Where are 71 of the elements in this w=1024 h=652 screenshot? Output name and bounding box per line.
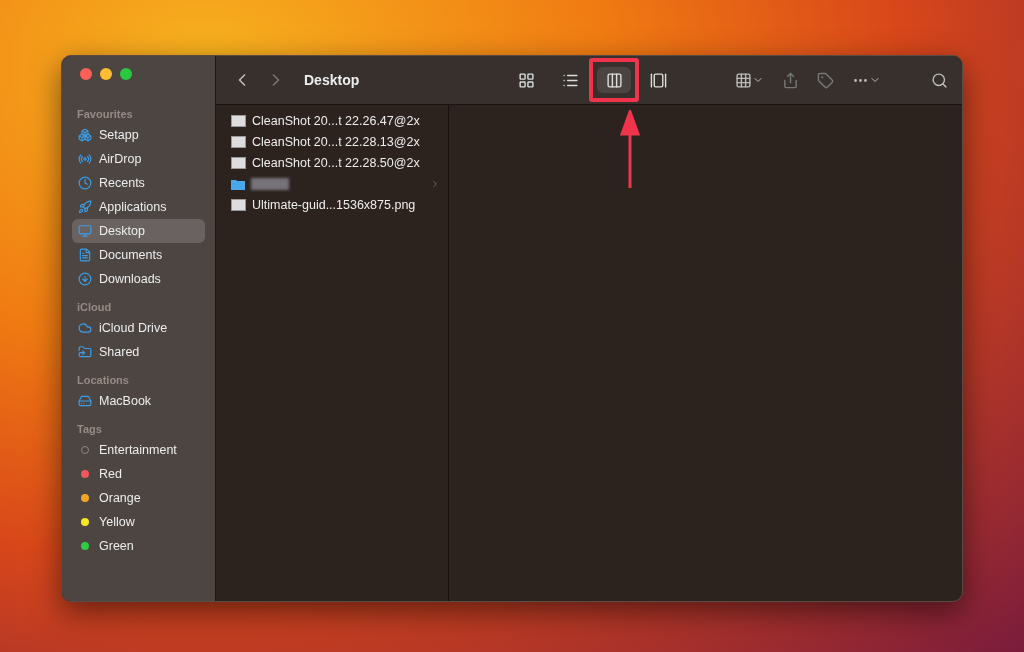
- sidebar-heading: Favourites: [76, 107, 134, 122]
- sidebar-item[interactable]: MacBook: [72, 389, 205, 413]
- sidebar-item[interactable]: AirDrop: [72, 147, 205, 171]
- image-thumbnail: [231, 135, 246, 148]
- file-row[interactable]: CleanShot 20...t 22.28.13@2x: [224, 131, 440, 152]
- columns-icon: [605, 71, 623, 89]
- zoom-button[interactable]: [120, 68, 132, 80]
- sidebar-label: AirDrop: [99, 152, 142, 166]
- sidebar-label: Entertainment: [99, 443, 177, 457]
- sidebar-item[interactable]: iCloud Drive: [72, 316, 205, 340]
- file-row[interactable]: CleanShot 20...t 22.26.47@2x: [224, 110, 440, 131]
- minimize-button[interactable]: [100, 68, 112, 80]
- blurred-name: [251, 177, 289, 190]
- sidebar-label: Green: [99, 539, 134, 553]
- share-icon[interactable]: [782, 71, 799, 89]
- sidebar-label: Downloads: [99, 272, 161, 286]
- sidebar-item[interactable]: Shared: [72, 340, 205, 364]
- column-view-button[interactable]: [597, 67, 631, 93]
- document-icon: [78, 248, 92, 262]
- file-name: CleanShot 20...t 22.28.13@2x: [252, 134, 420, 149]
- drive-icon: [78, 394, 92, 408]
- sidebar-label: Documents: [99, 248, 163, 262]
- file-row[interactable]: Ultimate-guid...1536x875.png: [224, 194, 440, 215]
- image-thumbnail: [231, 156, 246, 169]
- sidebar-item[interactable]: Applications: [72, 195, 205, 219]
- sidebar-item[interactable]: Setapp: [72, 123, 205, 147]
- window-title: Desktop: [304, 72, 360, 88]
- boxes-icon: [78, 128, 92, 142]
- image-thumbnail: [231, 198, 246, 211]
- file-name: CleanShot 20...t 22.26.47@2x: [252, 113, 420, 128]
- tag-icon[interactable]: [817, 71, 834, 89]
- sidebar-item[interactable]: Green: [72, 534, 205, 558]
- sidebar-item[interactable]: Downloads: [72, 267, 205, 291]
- file-name: Ultimate-guid...1536x875.png: [252, 197, 416, 212]
- shared-folder-icon: [78, 345, 92, 359]
- download-icon: [78, 272, 92, 286]
- sidebar-label: Recents: [99, 176, 145, 190]
- sidebar-label: Applications: [99, 200, 167, 214]
- sidebar-item[interactable]: Red: [72, 462, 205, 486]
- close-button[interactable]: [80, 68, 92, 80]
- grid-icon: [517, 71, 535, 89]
- folder-icon: [231, 177, 245, 190]
- chevron-icon: [430, 178, 440, 189]
- monitor-icon: [78, 224, 92, 238]
- sidebar-item[interactable]: Desktop: [72, 219, 205, 243]
- sidebar-label: Orange: [99, 491, 141, 505]
- sidebar-label: Setapp: [99, 128, 139, 142]
- sidebar-label: iCloud Drive: [99, 321, 168, 335]
- sidebar-item[interactable]: Orange: [72, 486, 205, 510]
- group-icon[interactable]: [735, 71, 764, 89]
- gallery-icon: [649, 71, 667, 89]
- sidebar-label: Shared: [99, 345, 140, 359]
- sidebar-label: MacBook: [99, 394, 152, 408]
- sidebar-label: Red: [99, 467, 122, 481]
- sidebar-heading: Tags: [76, 422, 103, 437]
- sidebar-item[interactable]: Entertainment: [72, 438, 205, 462]
- rocket-icon: [78, 200, 92, 214]
- signal-icon: [78, 152, 92, 166]
- sidebar-heading: Locations: [76, 373, 130, 388]
- file-row[interactable]: CleanShot 20...t 22.28.50@2x: [224, 152, 440, 173]
- search-icon[interactable]: [931, 71, 948, 89]
- image-thumbnail: [231, 114, 246, 127]
- cloud-icon: [78, 321, 92, 335]
- sidebar-label: Yellow: [99, 515, 135, 529]
- sidebar-heading: iCloud: [76, 300, 113, 315]
- sidebar-label: Desktop: [99, 224, 145, 238]
- sidebar-item[interactable]: Documents: [72, 243, 205, 267]
- file-name: CleanShot 20...t 22.28.50@2x: [252, 155, 420, 170]
- sidebar-item[interactable]: Yellow: [72, 510, 205, 534]
- clock-icon: [78, 176, 92, 190]
- sidebar-item[interactable]: Recents: [72, 171, 205, 195]
